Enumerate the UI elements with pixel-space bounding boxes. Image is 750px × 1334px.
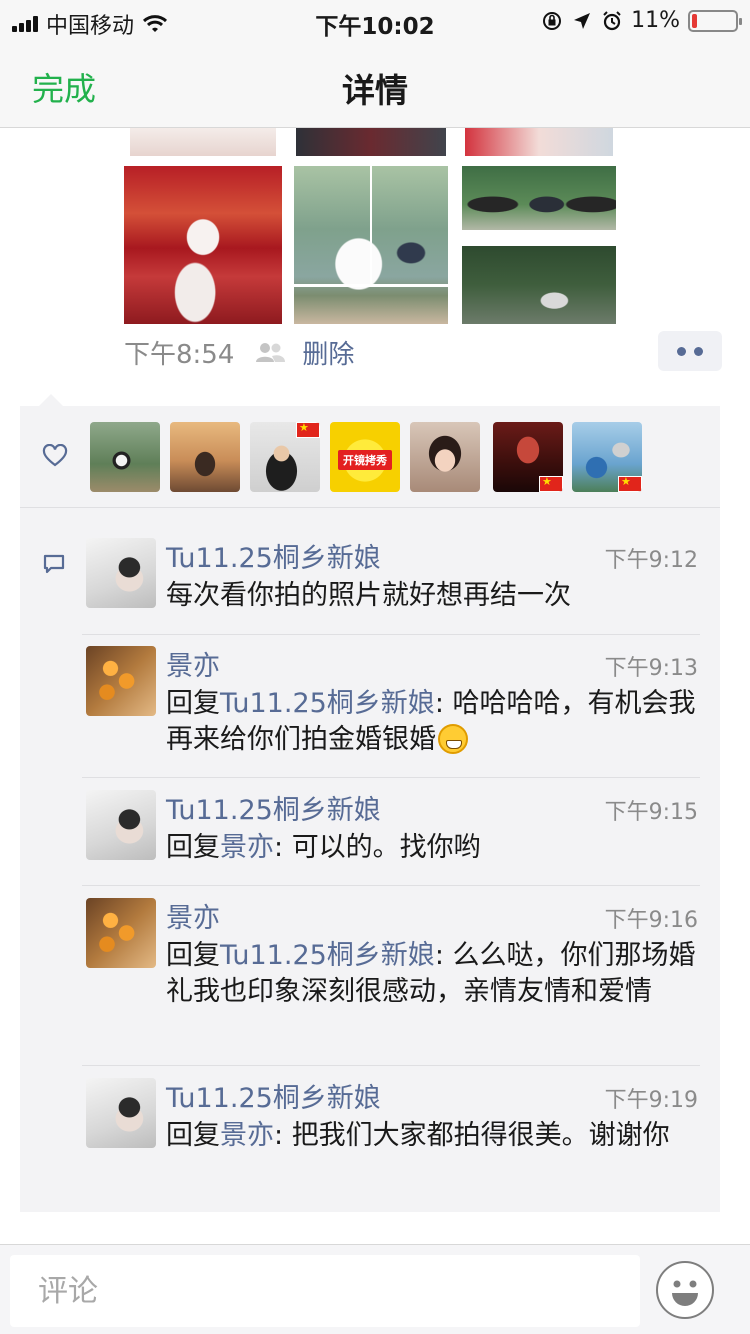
rotation-lock-icon	[543, 11, 562, 30]
location-icon	[574, 12, 591, 29]
reply-target-name[interactable]: 景亦	[220, 1120, 274, 1151]
nav-bar: 完成 详情	[0, 40, 750, 128]
post-photo-5[interactable]	[294, 166, 448, 324]
more-dot-icon	[677, 346, 686, 356]
post-photo-4[interactable]	[124, 166, 282, 324]
more-actions-button[interactable]	[658, 331, 722, 371]
commenter-name[interactable]: Tu11.25桐乡新娘	[166, 1076, 381, 1115]
comment-time: 下午9:13	[604, 656, 698, 681]
likes-row: 开镜拷秀	[20, 406, 720, 508]
battery-level-fill	[692, 13, 697, 28]
comment-divider	[82, 634, 700, 635]
commenter-name[interactable]: 景亦	[166, 896, 220, 935]
reply-separator: :	[434, 688, 453, 719]
comment-time: 下午9:19	[604, 1088, 698, 1113]
comment-body: 把我们大家都拍得很美。谢谢你	[291, 1120, 670, 1151]
post-photo-2[interactable]	[296, 128, 446, 156]
comment-time: 下午9:15	[604, 800, 698, 825]
liker-avatar-5[interactable]	[410, 422, 480, 492]
comment-text: 每次看你拍的照片就好想再结一次	[166, 578, 706, 614]
liker-avatar-2[interactable]	[170, 422, 240, 492]
smiley-icon	[672, 1280, 698, 1306]
comment-item[interactable]: 景亦 下午9:13 回复Tu11.25桐乡新娘: 哈哈哈哈，有机会我再来给你们拍…	[20, 642, 720, 776]
liker-avatar-1[interactable]	[90, 422, 160, 492]
comment-divider	[82, 1065, 700, 1066]
commenter-avatar[interactable]	[86, 1078, 156, 1148]
reply-prefix: 回复	[166, 688, 220, 719]
commenter-name[interactable]: Tu11.25桐乡新娘	[166, 788, 381, 827]
grin-emoji-icon	[438, 724, 468, 754]
battery-icon	[688, 9, 742, 32]
post-photo-6[interactable]	[462, 166, 616, 230]
avatar-badge: 开镜拷秀	[338, 450, 392, 470]
status-bar: 中国移动 下午10:02 11%	[0, 0, 750, 40]
reply-separator: :	[434, 940, 453, 971]
comment-text: 回复景亦: 把我们大家都拍得很美。谢谢你	[166, 1118, 706, 1154]
post-meta-row: 下午8:54 删除	[124, 334, 354, 370]
collage-divider	[370, 166, 372, 284]
status-right: 11%	[541, 8, 742, 33]
commenter-name[interactable]: Tu11.25桐乡新娘	[166, 536, 381, 575]
comment-text: 回复景亦: 可以的。找你哟	[166, 830, 706, 866]
china-flag-icon	[539, 475, 563, 492]
liker-avatar-3[interactable]	[250, 422, 320, 492]
reply-target-name[interactable]: Tu11.25桐乡新娘	[220, 940, 435, 971]
comment-text: 回复Tu11.25桐乡新娘: 哈哈哈哈，有机会我再来给你们拍金婚银婚	[166, 686, 706, 758]
reply-prefix: 回复	[166, 940, 220, 971]
comment-item[interactable]: Tu11.25桐乡新娘 下午9:15 回复景亦: 可以的。找你哟	[20, 786, 720, 886]
emoji-button[interactable]	[656, 1261, 714, 1319]
comment-item[interactable]: Tu11.25桐乡新娘 下午9:12 每次看你拍的照片就好想再结一次	[20, 534, 720, 634]
comment-time: 下午9:16	[604, 908, 698, 933]
comment-divider	[82, 777, 700, 778]
comment-input[interactable]	[10, 1255, 640, 1327]
interaction-panel: 开镜拷秀 Tu11.25桐乡新娘 下午9:12 每次看你拍的照片就好想再结一次 …	[20, 406, 720, 1212]
battery-percent: 11%	[631, 8, 680, 33]
comment-time: 下午9:12	[604, 548, 698, 573]
comment-item[interactable]: Tu11.25桐乡新娘 下午9:19 回复景亦: 把我们大家都拍得很美。谢谢你	[20, 1074, 720, 1204]
commenter-avatar[interactable]	[86, 538, 156, 608]
liker-avatar-6[interactable]	[493, 422, 563, 492]
reply-prefix: 回复	[166, 832, 220, 863]
commenter-avatar[interactable]	[86, 790, 156, 860]
reply-prefix: 回复	[166, 1120, 220, 1151]
commenter-name[interactable]: 景亦	[166, 644, 220, 683]
liker-avatar-4[interactable]: 开镜拷秀	[330, 422, 400, 492]
heart-icon	[42, 444, 68, 467]
reply-target-name[interactable]: 景亦	[220, 832, 274, 863]
comment-divider	[82, 885, 700, 886]
more-dot-icon	[694, 346, 703, 356]
visibility-people-icon[interactable]	[254, 341, 286, 363]
reply-separator: :	[274, 832, 292, 863]
comment-input-bar	[0, 1244, 750, 1334]
china-flag-icon	[618, 475, 642, 492]
post-photo-3[interactable]	[465, 128, 613, 156]
comment-text: 回复Tu11.25桐乡新娘: 么么哒，你们那场婚礼我也印象深刻很感动，亲情友情和…	[166, 938, 706, 1010]
page-title: 详情	[342, 71, 408, 110]
collage-divider	[294, 284, 448, 287]
post-time: 下午8:54	[124, 339, 235, 370]
comment-item[interactable]: 景亦 下午9:16 回复Tu11.25桐乡新娘: 么么哒，你们那场婚礼我也印象深…	[20, 894, 720, 1064]
alarm-icon	[603, 10, 621, 30]
commenter-avatar[interactable]	[86, 646, 156, 716]
comment-body: 可以的。找你哟	[291, 832, 481, 863]
comment-body: 每次看你拍的照片就好想再结一次	[166, 580, 571, 611]
delete-link[interactable]: 删除	[302, 334, 354, 371]
china-flag-icon	[296, 422, 320, 438]
liker-avatar-7[interactable]	[572, 422, 642, 492]
post-photo-7[interactable]	[462, 246, 616, 324]
reply-target-name[interactable]: Tu11.25桐乡新娘	[220, 688, 435, 719]
commenter-avatar[interactable]	[86, 898, 156, 968]
reply-separator: :	[274, 1120, 292, 1151]
post-photo-1[interactable]	[130, 128, 276, 156]
